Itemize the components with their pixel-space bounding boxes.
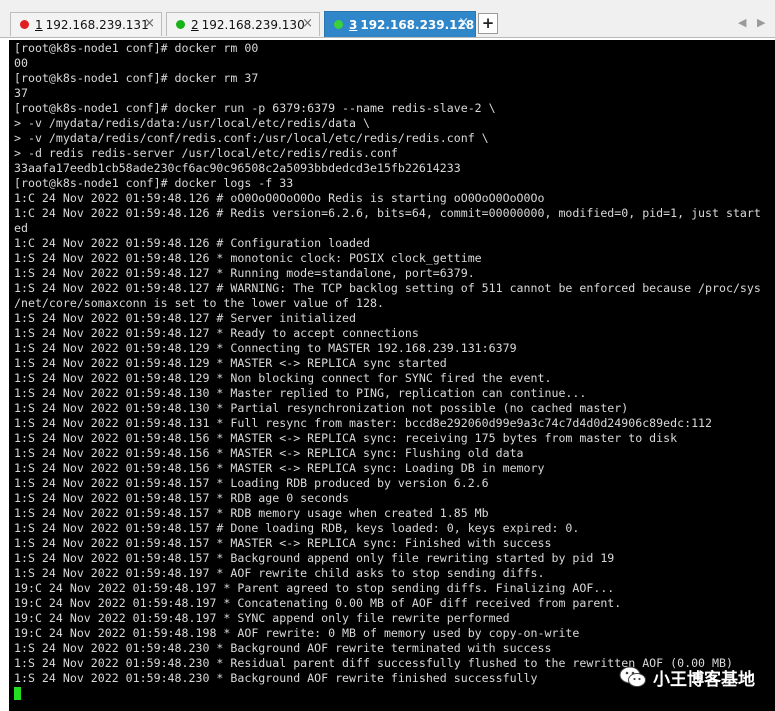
terminal-line: 33aafa17eedb1cb58ade230cf6ac90c96508c2a5… [14, 161, 461, 175]
terminal-line: 1:S 24 Nov 2022 01:59:48.156 * MASTER <-… [14, 431, 678, 445]
close-icon[interactable]: × [302, 16, 313, 31]
terminal-lines: [root@k8s-node1 conf]# docker rm 00 00 [ro… [14, 41, 769, 686]
status-dot-icon [176, 20, 185, 29]
terminal-line: 1:S 24 Nov 2022 01:59:48.157 * Backgroun… [14, 551, 615, 565]
terminal-line: 1:S 24 Nov 2022 01:59:48.127 # Server in… [14, 311, 357, 325]
terminal-line: 1:S 24 Nov 2022 01:59:48.129 * Non block… [14, 371, 552, 385]
terminal-line: > -d redis redis-server /usr/local/etc/r… [14, 146, 398, 160]
terminal-line: 1:S 24 Nov 2022 01:59:48.157 * RDB age 0… [14, 491, 350, 505]
terminal-line: 1:S 24 Nov 2022 01:59:48.127 # WARNING: … [14, 281, 761, 295]
tab-number: 2 [191, 17, 199, 32]
terminal-line: 1:S 24 Nov 2022 01:59:48.127 * Ready to … [14, 326, 419, 340]
terminal-line: 1:S 24 Nov 2022 01:59:48.130 * Partial r… [14, 401, 629, 415]
terminal-line: 19:C 24 Nov 2022 01:59:48.197 * Parent a… [14, 581, 615, 595]
terminal-output[interactable]: [root@k8s-node1 conf]# docker rm 00 00 [ro… [9, 40, 775, 711]
status-dot-icon [20, 20, 29, 29]
terminal-line: 19:C 24 Nov 2022 01:59:48.197 * Concaten… [14, 596, 622, 610]
terminal-line: [root@k8s-node1 conf]# docker run -p 637… [14, 101, 496, 115]
scroll-right-icon[interactable]: ▶ [757, 16, 765, 29]
terminal-line: 1:S 24 Nov 2022 01:59:48.157 # Done load… [14, 521, 580, 535]
terminal-line: 37 [14, 86, 28, 100]
terminal-line: 1:C 24 Nov 2022 01:59:48.126 # oO0OoO0Oo… [14, 191, 545, 205]
scroll-left-icon[interactable]: ◀ [738, 16, 746, 29]
close-icon[interactable]: × [144, 16, 155, 31]
terminal-line: [root@k8s-node1 conf]# docker rm 00 [14, 41, 259, 55]
status-dot-icon [334, 20, 343, 29]
terminal-line: [root@k8s-node1 conf]# docker rm 37 [14, 71, 259, 85]
terminal-line: 1:S 24 Nov 2022 01:59:48.197 * AOF rewri… [14, 566, 545, 580]
terminal-line: ed [14, 221, 28, 235]
watermark: 小王博客基地 [619, 663, 755, 691]
terminal-line: 1:S 24 Nov 2022 01:59:48.157 * Loading R… [14, 476, 489, 490]
terminal-line: 1:S 24 Nov 2022 01:59:48.156 * MASTER <-… [14, 461, 545, 475]
terminal-line: 1:S 24 Nov 2022 01:59:48.131 * Full resy… [14, 416, 713, 430]
tab-session-3[interactable]: 3 192.168.239.128 × [324, 11, 476, 37]
terminal-line: 19:C 24 Nov 2022 01:59:48.198 * AOF rewr… [14, 626, 580, 640]
terminal-line: 1:S 24 Nov 2022 01:59:48.130 * Master re… [14, 386, 587, 400]
terminal-line: 1:S 24 Nov 2022 01:59:48.129 * Connectin… [14, 341, 517, 355]
tab-session-1[interactable]: 1 192.168.239.131 × [10, 12, 162, 36]
terminal-line: 1:S 24 Nov 2022 01:59:48.156 * MASTER <-… [14, 446, 524, 460]
terminal-line: 1:C 24 Nov 2022 01:59:48.126 # Redis ver… [14, 206, 761, 220]
text-cursor [14, 687, 21, 700]
add-tab-button[interactable]: + [478, 13, 498, 34]
terminal-line: > -v /mydata/redis/data:/usr/local/etc/r… [14, 116, 370, 130]
tab-label: 192.168.239.131 [45, 17, 149, 32]
terminal-line: 1:S 24 Nov 2022 01:59:48.129 * MASTER <-… [14, 356, 447, 370]
tab-label: 192.168.239.130 [201, 17, 305, 32]
watermark-text: 小王博客基地 [653, 669, 755, 690]
terminal-line: 00 [14, 56, 28, 70]
terminal-line: 1:S 24 Nov 2022 01:59:48.230 * Backgroun… [14, 641, 552, 655]
tab-number: 3 [349, 17, 358, 32]
terminal-line: 1:S 24 Nov 2022 01:59:48.157 * MASTER <-… [14, 536, 552, 550]
tab-session-2[interactable]: 2 192.168.239.130 × [166, 12, 320, 36]
terminal-line: 19:C 24 Nov 2022 01:59:48.197 * SYNC app… [14, 611, 510, 625]
terminal-line: 1:C 24 Nov 2022 01:59:48.126 # Configura… [14, 236, 370, 250]
wechat-icon [619, 666, 646, 687]
terminal-line: 1:S 24 Nov 2022 01:59:48.127 * Running m… [14, 266, 475, 280]
close-icon[interactable]: × [458, 15, 469, 30]
terminal-line: > -v /mydata/redis/conf/redis.conf:/usr/… [14, 131, 489, 145]
terminal-line: 1:S 24 Nov 2022 01:59:48.126 * monotonic… [14, 251, 482, 265]
tab-number: 1 [35, 17, 43, 32]
terminal-line: 1:S 24 Nov 2022 01:59:48.157 * RDB memor… [14, 506, 489, 520]
terminal-line: /net/core/somaxconn is set to the lower … [14, 296, 384, 310]
terminal-line: [root@k8s-node1 conf]# docker logs -f 33 [14, 176, 294, 190]
tab-bar: 1 192.168.239.131 × 2 192.168.239.130 × … [0, 0, 775, 38]
